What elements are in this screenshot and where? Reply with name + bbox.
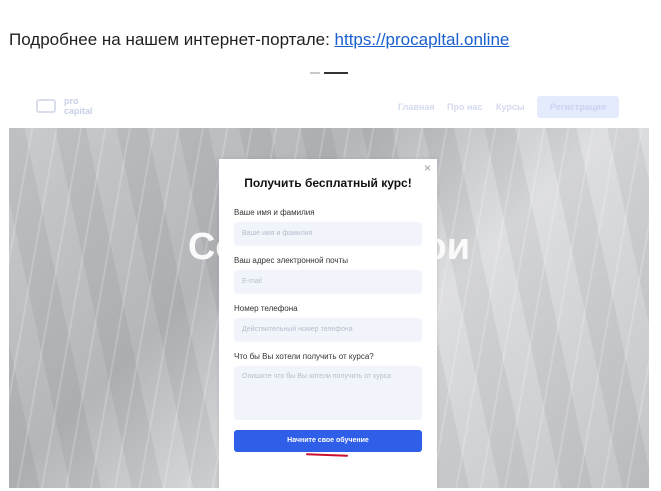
email-field[interactable]: E-mail — [234, 270, 422, 294]
phone-label: Номер телефона — [234, 304, 298, 313]
logo-text: pro capital — [64, 96, 93, 116]
start-learning-button[interactable]: Начните свое обучение — [234, 430, 422, 452]
carousel-dot-active[interactable] — [324, 72, 348, 74]
intro-label: Подробнее на нашем интернет-портале: — [9, 30, 335, 49]
signup-modal: × Получить бесплатный курс! Ваше имя и ф… — [219, 159, 437, 491]
goals-textarea[interactable]: Опишите что бы Вы хотели получить от кур… — [234, 366, 422, 420]
site-logo[interactable]: pro capital — [36, 96, 106, 120]
carousel-indicator[interactable] — [310, 72, 350, 74]
nav-courses[interactable]: Курсы — [496, 102, 525, 112]
register-button[interactable]: Регистрация — [537, 96, 619, 118]
name-field[interactable]: Ваше имя и фамилия — [234, 222, 422, 246]
nav-home[interactable]: Главная — [398, 102, 435, 112]
logo-line-1: pro — [64, 96, 79, 106]
carousel-dot-inactive[interactable] — [310, 72, 320, 74]
site-header: pro capital Главная Про нас Курсы Регист… — [9, 88, 649, 128]
phone-field[interactable]: Действительный номер телефона — [234, 318, 422, 342]
goals-label: Что бы Вы хотели получить от курса? — [234, 352, 374, 361]
name-label: Ваше имя и фамилия — [234, 208, 315, 217]
nav-about[interactable]: Про нас — [447, 102, 482, 112]
intro-text: Подробнее на нашем интернет-портале: htt… — [9, 30, 509, 50]
logo-line-2: capital — [64, 106, 93, 116]
portal-link[interactable]: https://procapltal.online — [335, 30, 510, 49]
modal-title: Получить бесплатный курс! — [244, 176, 412, 190]
logo-icon — [36, 99, 56, 113]
close-icon[interactable]: × — [424, 161, 431, 175]
email-label: Ваш адрес электронной почты — [234, 256, 349, 265]
annotation-underline — [305, 453, 349, 457]
